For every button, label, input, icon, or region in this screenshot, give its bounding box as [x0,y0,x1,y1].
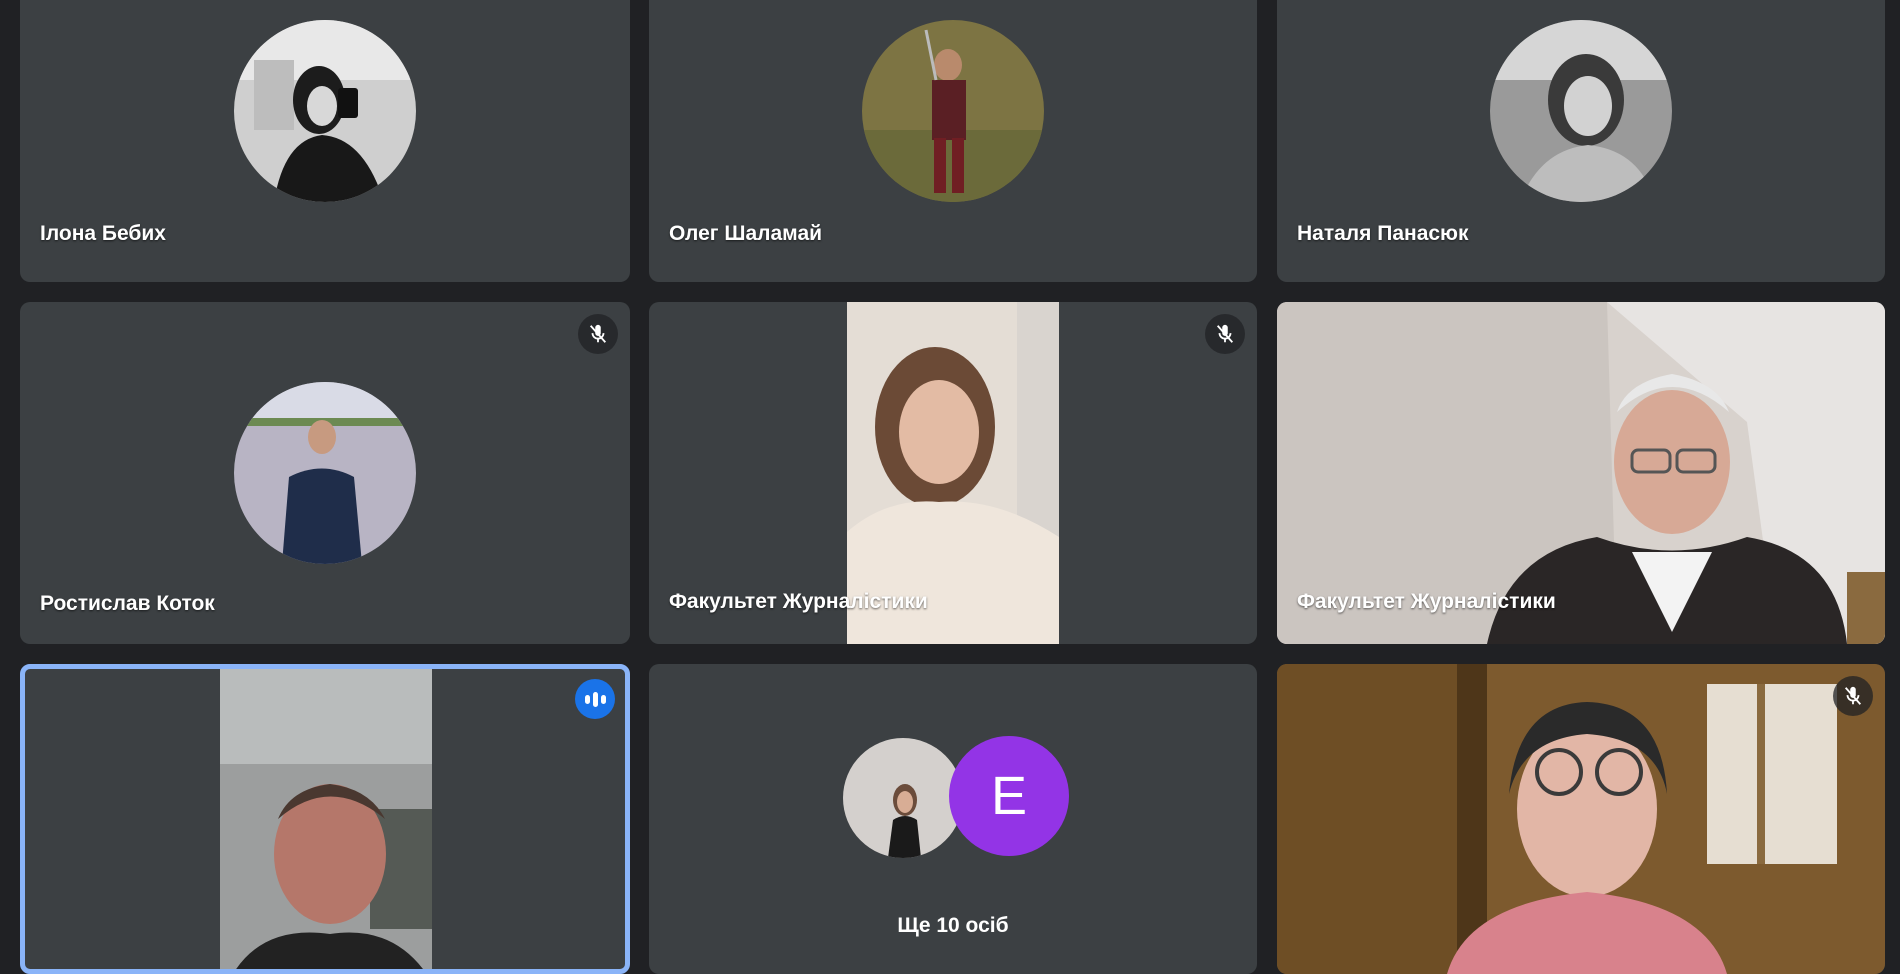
participant-name: Факультет Журналістики [669,590,928,613]
participant-tile-natalia[interactable]: Наталя Панасюк [1277,0,1885,282]
more-participants-tile[interactable]: E Ще 10 осіб [649,664,1257,974]
participant-tile-camera[interactable] [1277,664,1885,974]
participant-tile-active-speaker[interactable] [20,664,630,974]
participant-tile-ilona[interactable]: Ілона Бебих [20,0,630,282]
mic-off-icon [1833,676,1873,716]
participant-avatar [862,20,1044,202]
meeting-grid: Ілона Бебих Олег Шаламай Наталя Панасюк … [0,0,1900,974]
participant-avatar [841,736,965,860]
participant-tile-rostyslav[interactable]: Ростислав Коток [20,302,630,644]
participant-name: Олег Шаламай [669,222,823,245]
participant-tile-faculty-1[interactable]: Факультет Журналістики [649,302,1257,644]
participant-video [220,669,432,969]
participant-name: Ілона Бебих [40,222,166,245]
more-participants-label: Ще 10 осіб [897,914,1009,937]
participant-tile-oleh[interactable]: Олег Шаламай [649,0,1257,282]
mic-off-icon [578,314,618,354]
participant-avatar [234,20,416,202]
participant-video [1277,664,1885,974]
participant-tile-faculty-2[interactable]: Факультет Журналістики [1277,302,1885,644]
letter-avatar: E [949,736,1069,856]
participant-avatar [1490,20,1672,202]
participant-name: Наталя Панасюк [1297,222,1469,245]
participant-name: Факультет Журналістики [1297,590,1556,613]
speaking-indicator-icon [575,679,615,719]
mic-off-icon [1205,314,1245,354]
participant-name: Ростислав Коток [40,592,215,615]
participant-avatar [234,382,416,564]
